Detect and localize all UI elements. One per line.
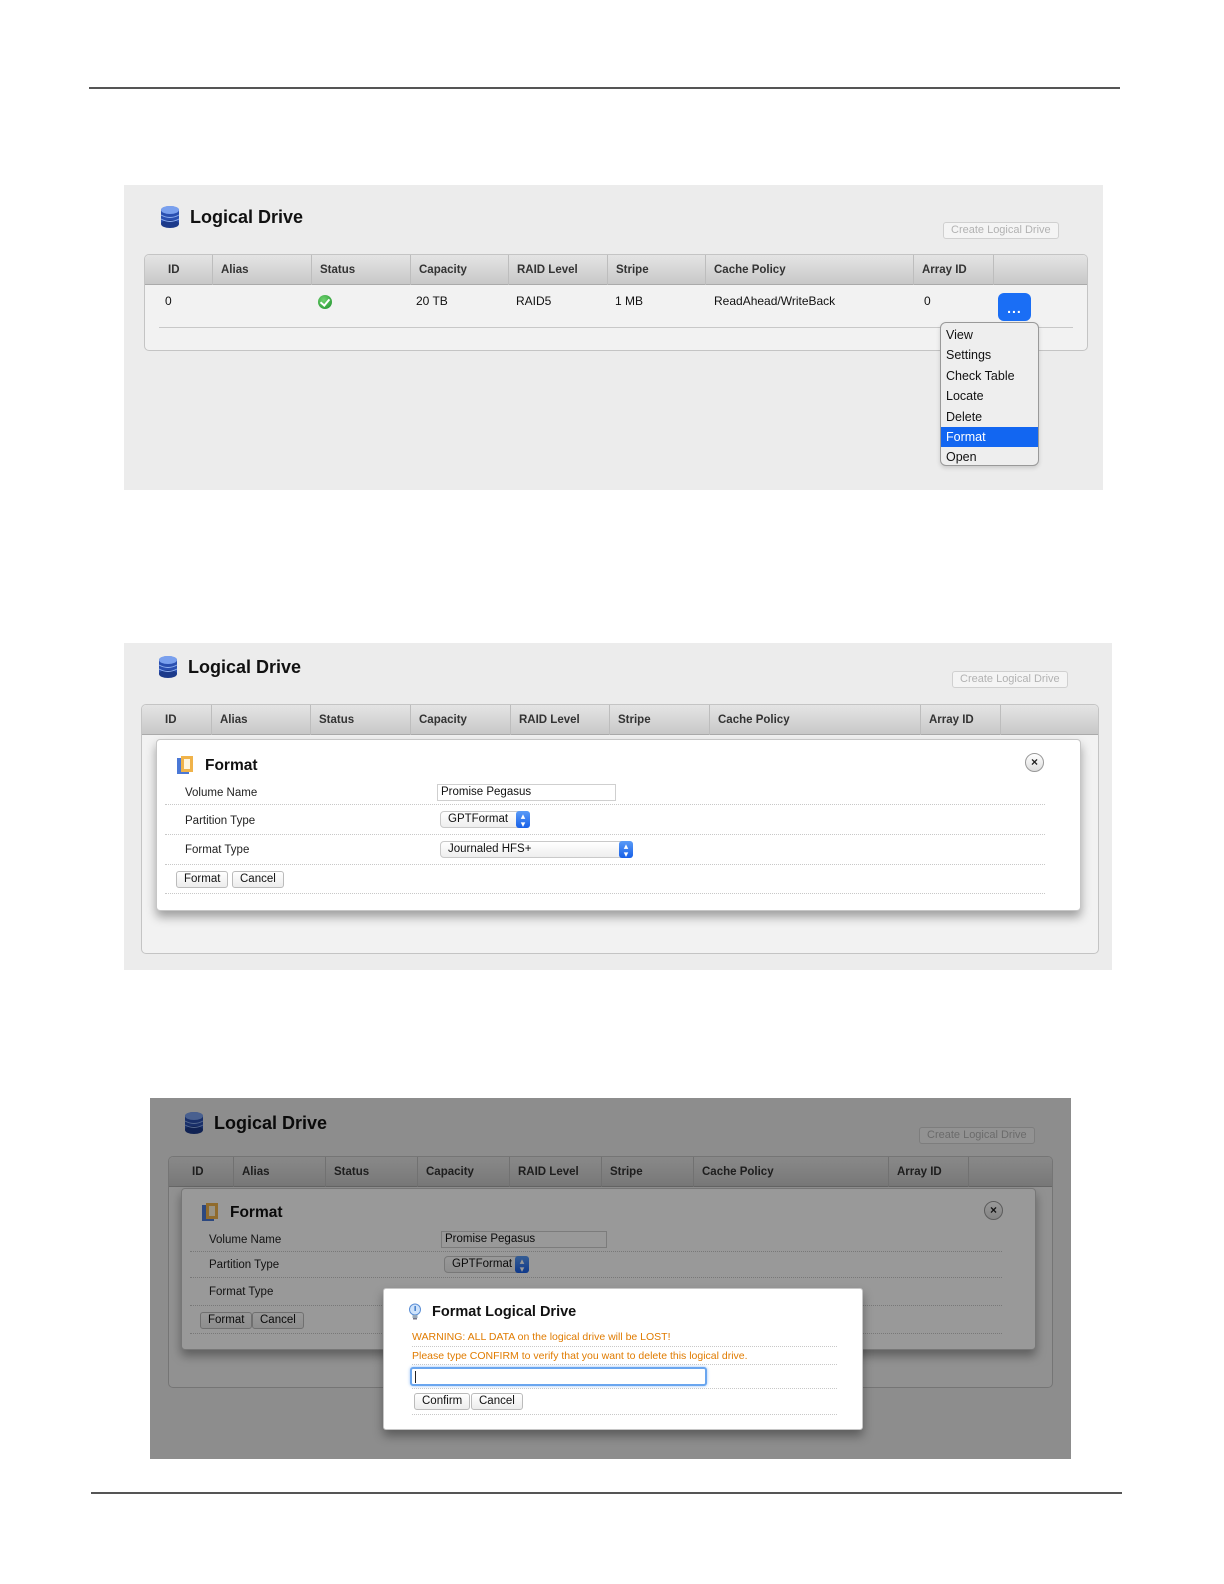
- status-ok-icon: [318, 295, 332, 309]
- col-header-id[interactable]: ID: [157, 705, 211, 735]
- confirm-text-input[interactable]: [410, 1367, 707, 1386]
- table-header: ID Alias Status Capacity RAID Level Stri…: [145, 255, 1087, 285]
- row-actions-button[interactable]: ...: [998, 293, 1031, 321]
- table-header: ID Alias Status Capacity RAID Level Stri…: [142, 705, 1098, 735]
- format-type-select[interactable]: Journaled HFS+ ▴ ▾: [440, 841, 633, 859]
- menu-item-check-table[interactable]: Check Table: [941, 366, 1038, 386]
- col-header-array-id[interactable]: Array ID: [920, 705, 1000, 735]
- text-caret: [415, 1371, 416, 1383]
- database-icon: [158, 655, 178, 679]
- col-header-raid-level[interactable]: RAID Level: [510, 705, 610, 735]
- col-header-cache-policy[interactable]: Cache Policy: [709, 705, 920, 735]
- col-header-array-id[interactable]: Array ID: [913, 255, 993, 285]
- volume-name-input[interactable]: Promise Pegasus: [437, 784, 616, 801]
- lightbulb-icon: [408, 1303, 422, 1321]
- logical-drive-panel-format: Logical Drive Create Logical Drive ID Al…: [124, 643, 1112, 970]
- select-arrows-icon: ▴ ▾: [516, 811, 530, 829]
- row-divider: [159, 327, 1073, 328]
- menu-item-format[interactable]: Format: [941, 426, 1038, 448]
- partition-type-label: Partition Type: [185, 815, 256, 827]
- col-header-stripe[interactable]: Stripe: [609, 705, 709, 735]
- format-dialog-title: Format: [175, 754, 258, 778]
- col-header-stripe[interactable]: Stripe: [607, 255, 705, 285]
- col-header-actions: [993, 255, 1087, 285]
- col-header-alias[interactable]: Alias: [212, 255, 311, 285]
- partition-type-select[interactable]: GPTFormat ▴ ▾: [440, 811, 530, 829]
- format-logical-drive-dialog: Format Logical Drive WARNING: ALL DATA o…: [383, 1288, 863, 1430]
- menu-item-delete[interactable]: Delete: [941, 407, 1038, 427]
- col-header-id[interactable]: ID: [160, 255, 214, 285]
- select-arrows-icon: ▴ ▾: [619, 841, 633, 859]
- col-header-capacity[interactable]: Capacity: [410, 255, 508, 285]
- database-icon: [160, 205, 180, 229]
- format-button[interactable]: Format: [176, 871, 229, 888]
- page-bottom-rule: [91, 1492, 1122, 1494]
- format-type-label: Format Type: [185, 844, 250, 856]
- cell-cache-policy: ReadAhead/WriteBack: [714, 294, 836, 308]
- volume-name-label: Volume Name: [185, 787, 258, 799]
- confirm-dialog-title: Format Logical Drive: [408, 1303, 576, 1321]
- col-header-capacity[interactable]: Capacity: [410, 705, 510, 735]
- col-header-status[interactable]: Status: [310, 705, 410, 735]
- confirm-button[interactable]: Confirm: [414, 1393, 471, 1410]
- cell-stripe: 1 MB: [615, 294, 644, 308]
- format-dialog: Format × Volume Name Promise Pegasus Par…: [156, 739, 1081, 911]
- cancel-button[interactable]: Cancel: [232, 871, 284, 888]
- cell-id: 0: [165, 294, 172, 308]
- cell-capacity: 20 TB: [416, 294, 448, 308]
- col-header-raid-level[interactable]: RAID Level: [508, 255, 607, 285]
- cell-array-id: 0: [924, 294, 931, 308]
- col-header-cache-policy[interactable]: Cache Policy: [705, 255, 913, 285]
- create-logical-drive-button[interactable]: Create Logical Drive: [952, 671, 1068, 688]
- format-icon: [175, 754, 195, 778]
- create-logical-drive-button[interactable]: Create Logical Drive: [943, 222, 1059, 239]
- panel-title: Logical Drive: [160, 205, 303, 229]
- panel-title: Logical Drive: [158, 655, 301, 679]
- cell-raid-level: RAID5: [516, 294, 552, 308]
- row-actions-menu: View Settings Check Table Locate Delete …: [940, 322, 1039, 466]
- panel-title-text: Logical Drive: [190, 206, 304, 227]
- col-header-actions: [1000, 705, 1098, 735]
- menu-item-settings[interactable]: Settings: [941, 345, 1038, 365]
- confirm-cancel-button[interactable]: Cancel: [471, 1393, 523, 1410]
- close-icon[interactable]: ×: [1025, 753, 1044, 772]
- menu-item-view[interactable]: View: [941, 325, 1038, 345]
- warning-text: WARNING: ALL DATA on the logical drive w…: [412, 1331, 671, 1343]
- page-top-rule: [89, 87, 1120, 89]
- menu-item-open[interactable]: Open: [941, 447, 1038, 465]
- menu-item-locate[interactable]: Locate: [941, 386, 1038, 406]
- logical-drive-panel-confirm: Logical Drive Create Logical Drive ID Al…: [150, 1098, 1071, 1459]
- col-header-alias[interactable]: Alias: [211, 705, 311, 735]
- col-header-status[interactable]: Status: [311, 255, 410, 285]
- panel-title-text: Logical Drive: [188, 656, 302, 677]
- instruction-text: Please type CONFIRM to verify that you w…: [412, 1350, 748, 1362]
